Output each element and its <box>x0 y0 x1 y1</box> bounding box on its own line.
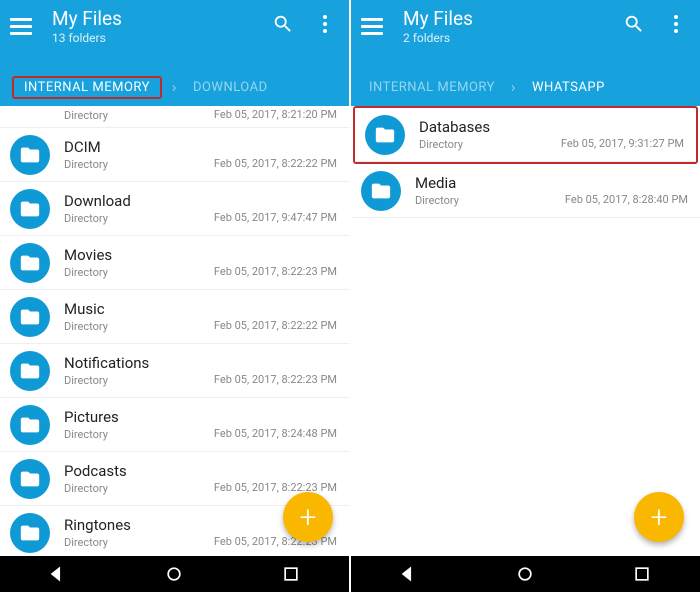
chevron-right-icon: › <box>511 78 516 96</box>
folder-icon <box>10 297 50 337</box>
android-navbar <box>0 556 349 592</box>
back-button[interactable] <box>44 560 72 588</box>
folder-icon <box>10 135 50 175</box>
item-type: Directory <box>64 428 108 442</box>
folder-list[interactable]: Databases Directory Feb 05, 2017, 9:31:27 … <box>351 106 700 556</box>
folder-icon <box>10 459 50 499</box>
item-date: Feb 05, 2017, 8:22:22 PM <box>214 319 337 332</box>
app-title: My Files <box>52 8 271 30</box>
list-item[interactable]: Media Directory Feb 05, 2017, 8:28:40 PM <box>351 164 700 218</box>
folder-icon <box>361 171 401 211</box>
item-name: Podcasts <box>64 462 337 480</box>
appbar-actions <box>271 12 337 36</box>
item-type: Directory <box>64 212 108 226</box>
folder-icon <box>365 115 405 155</box>
list-item[interactable]: DCIM Directory Feb 05, 2017, 8:22:22 PM <box>0 128 349 182</box>
item-type: Directory <box>64 482 108 496</box>
screen-whatsapp: My Files 2 folders INTERNAL MEMORY › WHA… <box>351 0 700 592</box>
item-type: Directory <box>64 374 108 388</box>
highlight-box: Databases Directory Feb 05, 2017, 9:31:27 … <box>353 106 698 164</box>
folder-list[interactable]: Directory Feb 05, 2017, 8:21:20 PM DCIMD… <box>0 106 349 556</box>
item-type: Directory <box>64 266 108 280</box>
folder-count: 2 folders <box>403 30 622 46</box>
item-type: Directory <box>415 194 459 208</box>
breadcrumb: INTERNAL MEMORY › DOWNLOAD <box>0 68 349 106</box>
folder-icon <box>10 405 50 445</box>
crumb-whatsapp[interactable]: WHATSAPP <box>526 76 611 99</box>
item-name: DCIM <box>64 138 337 156</box>
crumb-internal-memory[interactable]: INTERNAL MEMORY <box>18 76 156 99</box>
item-date: Feb 05, 2017, 8:22:23 PM <box>214 481 337 494</box>
overflow-icon[interactable] <box>664 12 688 36</box>
folder-icon <box>10 513 50 553</box>
crumb-internal-memory[interactable]: INTERNAL MEMORY <box>363 76 501 99</box>
item-date: Feb 05, 2017, 8:28:40 PM <box>565 193 688 206</box>
home-button[interactable] <box>160 560 188 588</box>
item-name: Music <box>64 300 337 318</box>
screen-internal-memory: My Files 13 folders INTERNAL MEMORY › DO… <box>0 0 349 592</box>
item-type: Directory <box>64 158 108 172</box>
app-bar: My Files 2 folders <box>351 0 700 68</box>
item-date: Feb 05, 2017, 8:21:20 PM <box>214 108 337 121</box>
item-name: Notifications <box>64 354 337 372</box>
list-item[interactable]: Music Directory Feb 05, 2017, 8:22:22 PM <box>0 290 349 344</box>
item-date: Feb 05, 2017, 9:47:47 PM <box>214 211 337 224</box>
item-date: Feb 05, 2017, 9:31:27 PM <box>561 137 684 150</box>
recents-button[interactable] <box>277 560 305 588</box>
folder-icon <box>10 351 50 391</box>
add-button[interactable]: + <box>283 492 333 542</box>
android-navbar <box>351 556 700 592</box>
list-item[interactable]: Movies Directory Feb 05, 2017, 8:22:23 PM <box>0 236 349 290</box>
list-item[interactable]: Databases Directory Feb 05, 2017, 9:31:27 … <box>355 108 696 162</box>
search-icon[interactable] <box>271 12 295 36</box>
item-type: Directory <box>419 138 463 152</box>
home-button[interactable] <box>511 560 539 588</box>
crumb-download[interactable]: DOWNLOAD <box>187 76 274 99</box>
item-date: Feb 05, 2017, 8:22:22 PM <box>214 157 337 170</box>
item-name: Movies <box>64 246 337 264</box>
item-date: Feb 05, 2017, 8:24:48 PM <box>214 427 337 440</box>
app-title: My Files <box>403 8 622 30</box>
item-name: Pictures <box>64 408 337 426</box>
title-block: My Files 13 folders <box>52 8 271 46</box>
chevron-right-icon: › <box>172 78 177 96</box>
item-type: Directory <box>64 320 108 334</box>
folder-icon <box>10 189 50 229</box>
folder-icon <box>10 243 50 283</box>
folder-count: 13 folders <box>52 30 271 46</box>
hamburger-icon[interactable] <box>361 12 389 40</box>
item-name: Databases <box>419 118 684 136</box>
list-item[interactable]: Pictures Directory Feb 05, 2017, 8:24:48 P… <box>0 398 349 452</box>
app-bar: My Files 13 folders <box>0 0 349 68</box>
highlight-internal-memory: INTERNAL MEMORY <box>12 76 162 99</box>
item-name: Download <box>64 192 337 210</box>
back-button[interactable] <box>395 560 423 588</box>
item-date: Feb 05, 2017, 8:22:23 PM <box>214 373 337 386</box>
list-item[interactable]: Download Directory Feb 05, 2017, 9:47:47 P… <box>0 182 349 236</box>
breadcrumb: INTERNAL MEMORY › WHATSAPP <box>351 68 700 106</box>
overflow-icon[interactable] <box>313 12 337 36</box>
add-button[interactable]: + <box>634 492 684 542</box>
list-item-partial[interactable]: Directory Feb 05, 2017, 8:21:20 PM <box>0 106 349 128</box>
item-type: Directory <box>64 109 108 123</box>
title-block: My Files 2 folders <box>403 8 622 46</box>
item-date: Feb 05, 2017, 8:22:23 PM <box>214 265 337 278</box>
appbar-actions <box>622 12 688 36</box>
recents-button[interactable] <box>628 560 656 588</box>
hamburger-icon[interactable] <box>10 12 38 40</box>
item-type: Directory <box>64 536 108 550</box>
search-icon[interactable] <box>622 12 646 36</box>
item-name: Media <box>415 174 688 192</box>
list-item[interactable]: Notifications Directory Feb 05, 2017, 8:22… <box>0 344 349 398</box>
